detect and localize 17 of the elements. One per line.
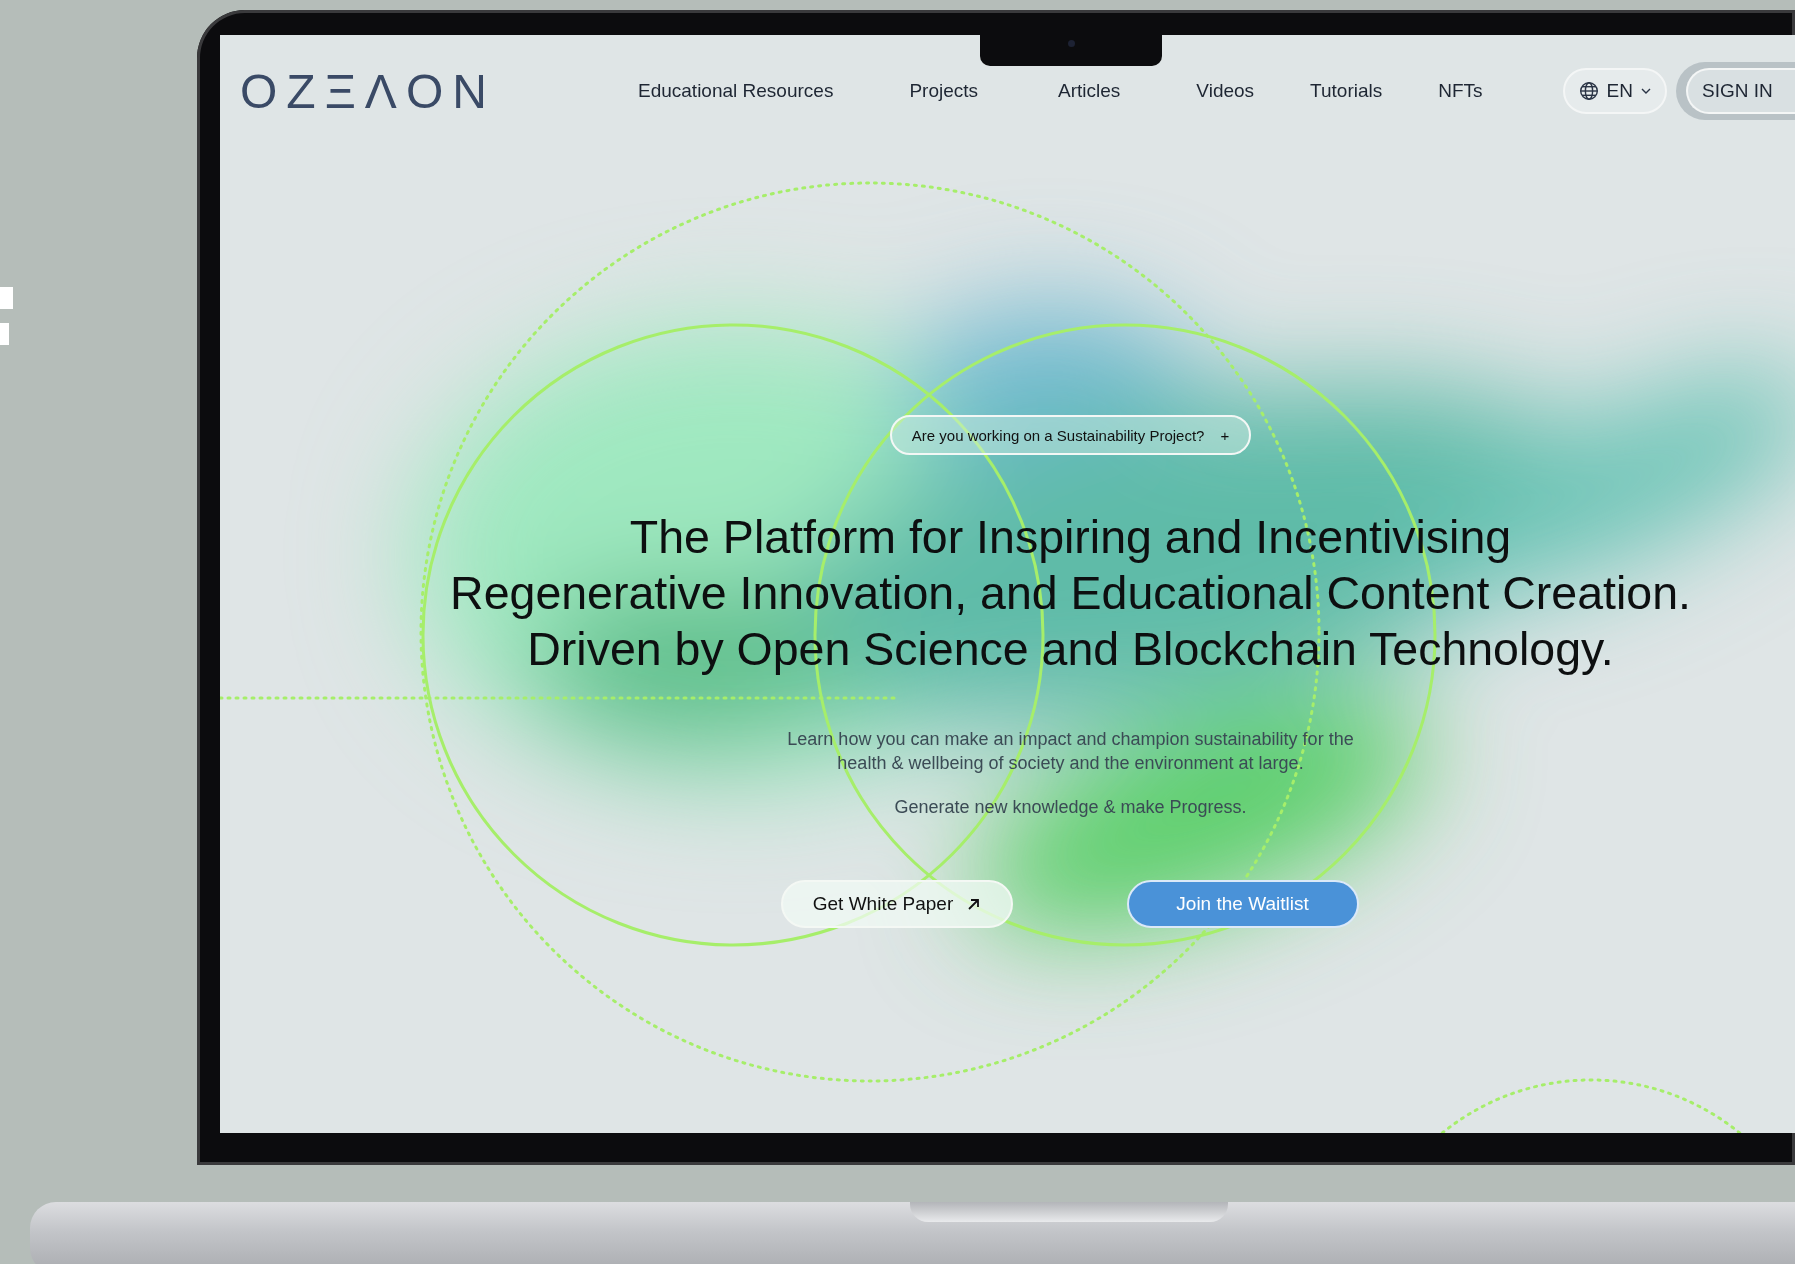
nav-link[interactable]: Articles bbox=[1058, 80, 1121, 102]
language-selector[interactable]: EN bbox=[1562, 68, 1667, 114]
nav-link[interactable]: Projects bbox=[909, 80, 979, 102]
get-paper-button[interactable]: Get White Paper bbox=[780, 880, 1013, 928]
chevron-down-icon bbox=[1641, 88, 1651, 94]
nav-link[interactable]: Tutorials bbox=[1310, 80, 1383, 102]
logo[interactable]: OZΞΛON bbox=[240, 63, 628, 119]
nav-link[interactable]: Educational Resources bbox=[638, 80, 834, 102]
nav-link[interactable]: Videos bbox=[1196, 80, 1255, 102]
nav-link[interactable]: NFTs bbox=[1438, 80, 1483, 102]
plus-icon: + bbox=[1220, 426, 1230, 444]
hero-heading: The Platform for Inspiring and Incentivising Regenerative Innovation, and Educational Content Creation. Driven by Open Science and Blockchain Technology. bbox=[450, 510, 1691, 677]
language-label: EN bbox=[1606, 80, 1633, 102]
globe-icon bbox=[1578, 81, 1599, 101]
project-prompt-button[interactable]: Are you working on a Sustainability Project? + bbox=[889, 415, 1252, 455]
arrow-up-right-icon bbox=[967, 897, 981, 911]
sign-in-button[interactable]: SIGN IN bbox=[1686, 68, 1795, 114]
